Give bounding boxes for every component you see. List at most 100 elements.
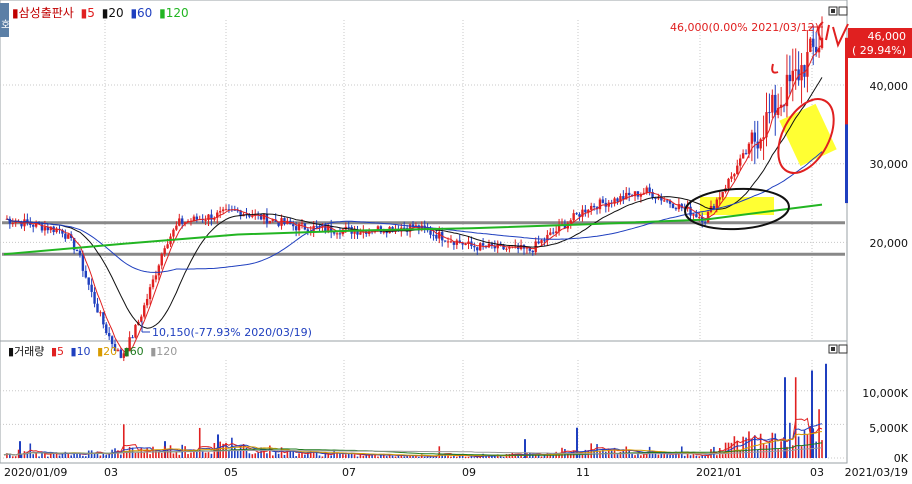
candle-body [157, 265, 161, 276]
candle-body [338, 233, 342, 235]
candle-body [151, 279, 155, 288]
candle-body [845, 124, 848, 204]
candle-body [549, 232, 552, 235]
legend-ma120: 120 [166, 6, 189, 20]
candle-body [812, 38, 815, 47]
candle-body [665, 200, 669, 202]
x-axis: 2020/01/09 03 05 07 09 11 2021/01 03 202… [4, 466, 908, 479]
legend-marker: ▮ [102, 6, 109, 20]
candle-body [601, 199, 605, 203]
candle-body [473, 246, 476, 248]
x-tick-label: 2021/01 [696, 466, 742, 479]
candle-body [32, 224, 35, 227]
candle-body [654, 197, 657, 199]
maximize-icon-inner [831, 9, 835, 13]
candle-body [294, 226, 298, 231]
candle-body [727, 178, 730, 189]
legend-marker: ▮ [81, 6, 88, 20]
candle-body [99, 312, 102, 314]
x-tick-label: 07 [342, 466, 356, 479]
candle-body [87, 277, 90, 285]
x-tick-label: 05 [224, 466, 238, 479]
candle-body [75, 249, 79, 251]
candle-body [163, 248, 166, 255]
legend-vma5: 5 [57, 345, 64, 358]
candle-body [750, 132, 754, 144]
y-tick-label: 5,000K [869, 422, 908, 435]
candle-body [143, 305, 146, 317]
legend-ma20: 20 [108, 6, 123, 20]
legend-ma5: 5 [87, 6, 95, 20]
candle-body [590, 205, 593, 210]
candle-body [627, 192, 631, 196]
candle-body [102, 312, 105, 325]
candle-body [105, 324, 108, 334]
candle-body [703, 221, 707, 223]
candle-body [110, 336, 114, 345]
candle-body [478, 243, 482, 251]
candle-body [175, 225, 178, 230]
candle-body [736, 165, 739, 175]
candle-body [67, 234, 70, 239]
candle-body [744, 153, 748, 155]
candle-body [663, 200, 666, 202]
candle-body [403, 227, 406, 229]
candle-body [455, 240, 459, 245]
candle-body [695, 214, 698, 218]
candle-body [543, 240, 546, 242]
candle-body [154, 275, 158, 280]
maximize-icon-inner [831, 347, 835, 351]
candle-body [584, 209, 587, 213]
candle-body [292, 224, 295, 227]
candle-body [172, 229, 175, 237]
candle-body [96, 303, 99, 313]
candle-body [741, 153, 745, 159]
candle-body [592, 205, 596, 208]
candle-body [791, 70, 794, 82]
candle-body [432, 234, 435, 236]
y-tick-label: 20,000 [870, 237, 909, 250]
candle-body [648, 187, 651, 192]
candle-body [449, 241, 453, 243]
candle-body [332, 232, 336, 234]
candle-body [476, 247, 479, 251]
candle-body [166, 244, 169, 249]
candle-body [446, 241, 450, 243]
candle-body [794, 69, 797, 71]
candle-body [268, 220, 272, 224]
volume-panel [0, 340, 848, 464]
legend-vma10: 10 [77, 345, 91, 358]
candle-body [324, 224, 327, 232]
candle-body [145, 299, 149, 306]
candle-body [93, 291, 96, 304]
x-tick-label: 2021/03/19 [845, 466, 908, 479]
candle-body [753, 132, 757, 142]
legend-vma20: 20 [103, 345, 117, 358]
restore-icon[interactable] [838, 344, 848, 354]
candle-body [221, 209, 225, 212]
x-tick-label: 11 [576, 466, 590, 479]
candle-body [671, 203, 675, 209]
candle-body [204, 219, 207, 221]
candle-body [251, 215, 254, 217]
restore-icon[interactable] [838, 6, 848, 16]
corner-badge: 호 [1, 19, 10, 31]
legend-ma60: 60 [137, 6, 152, 20]
candle-body [674, 208, 678, 210]
candle-body [443, 240, 447, 242]
candle-body [552, 232, 555, 234]
stock-chart: 호 ▮삼성출판사 ▮5 ▮20 ▮60 ▮120 ▮거래량 ▮5 ▮10 ▮20… [0, 0, 912, 479]
candle-body [178, 218, 181, 226]
x-tick-label: 03 [810, 466, 824, 479]
candle-body [283, 218, 286, 224]
x-tick-label: 03 [104, 466, 118, 479]
candle-body [134, 324, 137, 338]
candle-body [84, 270, 87, 278]
legend-marker: ▮ [159, 6, 166, 20]
candle-body [730, 176, 733, 179]
candle-body [195, 216, 199, 220]
candle-body [335, 233, 339, 235]
candle-body [300, 223, 304, 225]
candle-body [531, 250, 534, 253]
legend-marker: ▮ [12, 6, 19, 20]
